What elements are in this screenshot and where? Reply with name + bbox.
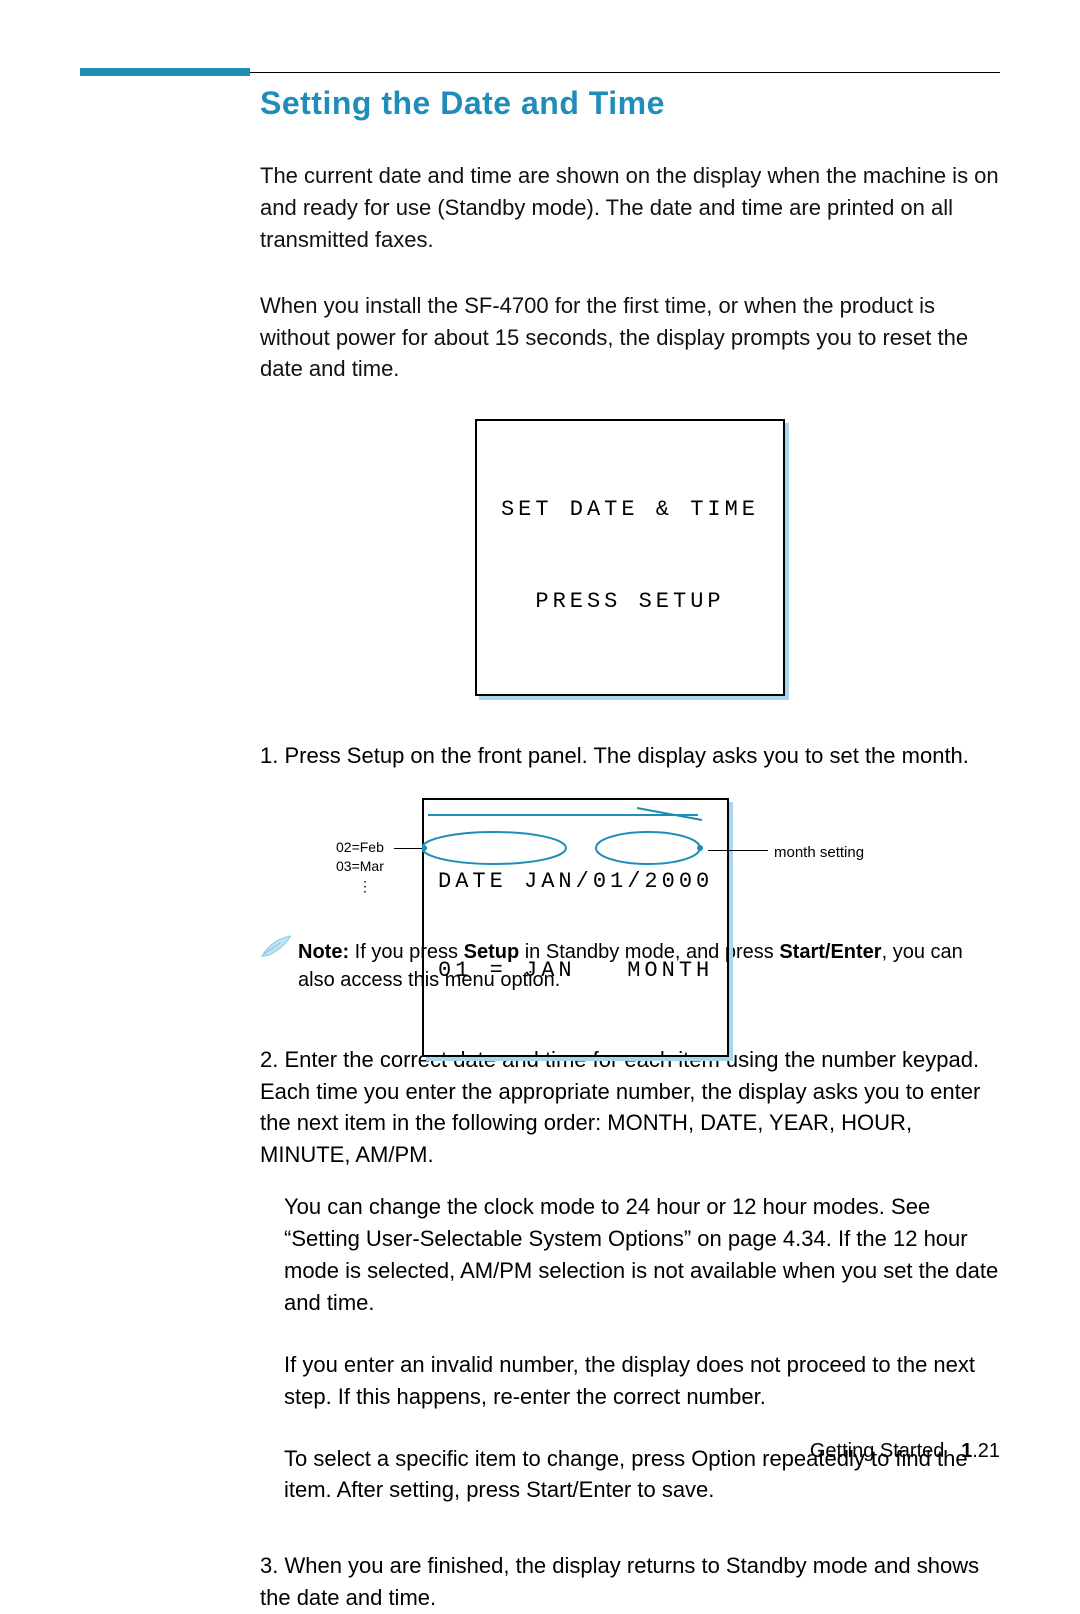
key-mar: 03=Mar bbox=[336, 857, 384, 877]
page-footer: Getting Started 1.21 bbox=[810, 1440, 1000, 1463]
step-2-block: 2. Enter the correct date and time for e… bbox=[260, 1044, 1000, 1507]
footer-page-number: .21 bbox=[972, 1440, 1000, 1462]
note-label: Note: bbox=[298, 941, 349, 963]
section-title: Setting the Date and Time bbox=[260, 85, 1000, 122]
lcd2-line1: DATE JAN/01/2000 bbox=[438, 867, 713, 897]
feather-icon bbox=[260, 934, 294, 968]
month-key-list: 02=Feb 03=Mar ⋮ bbox=[336, 838, 384, 897]
month-setting-diagram: 02=Feb 03=Mar ⋮ DATE JAN/01/2000 01 = JA… bbox=[336, 792, 1000, 912]
footer-chapter: Getting Started bbox=[810, 1440, 945, 1462]
callout-line-right bbox=[708, 850, 768, 851]
key-ellipsis: ⋮ bbox=[336, 877, 384, 897]
lcd1-line2: PRESS SETUP bbox=[495, 587, 765, 618]
note-startenter-bold: Start/Enter bbox=[779, 941, 881, 963]
step-2-para2: You can change the clock mode to 24 hour… bbox=[260, 1191, 1000, 1319]
lcd-display-1: SET DATE & TIME PRESS SETUP bbox=[475, 419, 785, 695]
lcd2-line2: 01 = JAN MONTH bbox=[438, 956, 713, 986]
step-2-para3: If you enter an invalid number, the disp… bbox=[260, 1349, 1000, 1413]
manual-page: Setting the Date and Time The current da… bbox=[0, 0, 1080, 1523]
lcd-display-2: DATE JAN/01/2000 01 = JAN MONTH bbox=[422, 798, 729, 1058]
footer-section-number: 1 bbox=[961, 1440, 972, 1462]
intro-paragraph-1: The current date and time are shown on t… bbox=[260, 160, 1000, 256]
month-setting-label: month setting bbox=[774, 844, 864, 861]
page-content: Setting the Date and Time The current da… bbox=[260, 60, 1000, 1614]
callout-line-left bbox=[394, 848, 424, 849]
step-3: 3. When you are finished, the display re… bbox=[260, 1550, 1000, 1614]
lcd1-line1: SET DATE & TIME bbox=[495, 495, 765, 526]
top-accent-bar bbox=[80, 68, 250, 76]
step-2-lead: 2. Enter the correct date and time for e… bbox=[260, 1044, 1000, 1172]
step-1: 1. Press Setup on the front panel. The d… bbox=[260, 740, 1000, 772]
intro-paragraph-2: When you install the SF-4700 for the fir… bbox=[260, 290, 1000, 386]
key-feb: 02=Feb bbox=[336, 838, 384, 858]
